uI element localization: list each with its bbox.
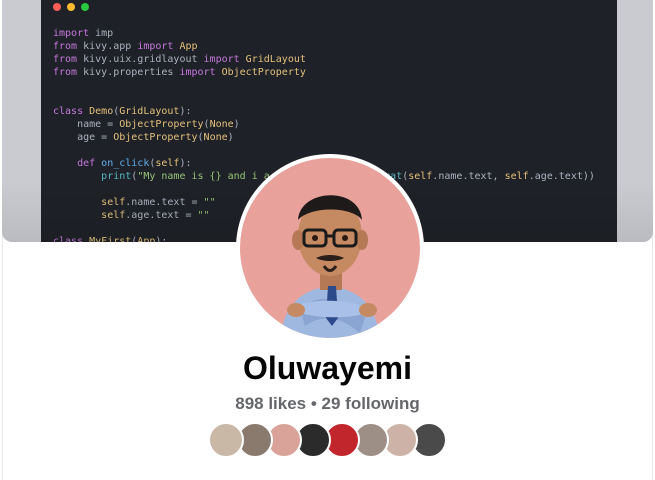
code-line: name = ObjectProperty(None) xyxy=(53,119,240,130)
code-line: from kivy.properties import ObjectProper… xyxy=(53,67,306,78)
avatar-ring[interactable] xyxy=(236,154,424,342)
code-line: import imp xyxy=(53,28,114,39)
code-line: age = ObjectProperty(None) xyxy=(53,132,234,143)
friend-avatar[interactable] xyxy=(208,422,244,458)
code-line: from kivy.uix.gridlayout import GridLayo… xyxy=(53,54,306,65)
profile-stats[interactable]: 898 likes • 29 following xyxy=(0,394,655,414)
code-line: from kivy.app import App xyxy=(53,41,198,52)
maximize-dot-icon xyxy=(81,3,89,11)
close-dot-icon xyxy=(53,3,61,11)
avatar[interactable] xyxy=(240,158,420,338)
avatar-illustration xyxy=(280,195,380,338)
code-line: class Demo(GridLayout): xyxy=(53,106,192,117)
profile-name: Oluwayemi xyxy=(243,350,412,386)
minimize-dot-icon xyxy=(67,3,75,11)
